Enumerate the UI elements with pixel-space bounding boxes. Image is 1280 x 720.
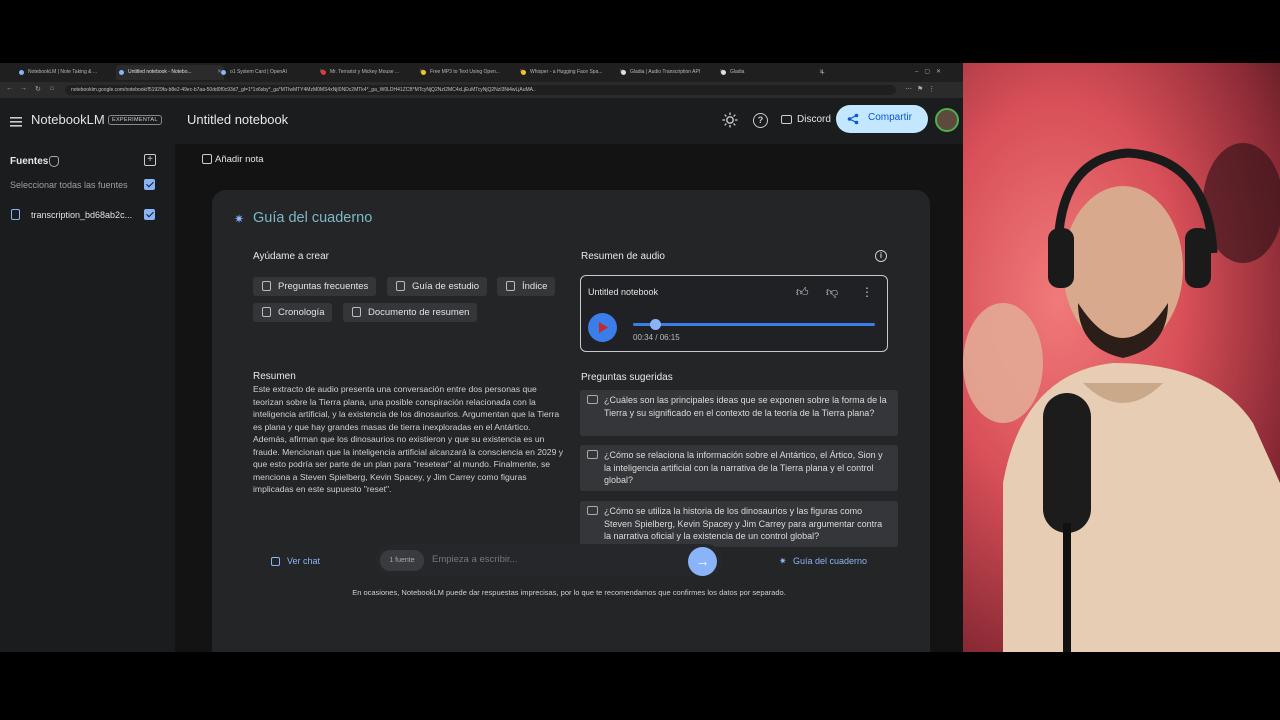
- notebook-main: Añadir nota ✷ Guía del cuaderno Ayúdame …: [175, 144, 963, 652]
- notebook-title[interactable]: Untitled notebook: [187, 112, 288, 127]
- chip-icon: [262, 307, 271, 317]
- disclaimer: En ocasiones, NotebookLM puede dar respu…: [352, 588, 786, 597]
- chip-index[interactable]: Índice: [497, 277, 556, 296]
- chip-faq[interactable]: Preguntas frecuentes: [253, 277, 377, 296]
- audio-title: Untitled notebook: [588, 287, 659, 297]
- discord-link[interactable]: Discord: [797, 114, 831, 125]
- audio-player: Untitled notebook 👍︎ 👎︎ ⋮ 00:34 / 06:15: [580, 275, 888, 352]
- chat-input-bar: 1 fuente Empieza a escribir...: [376, 544, 723, 577]
- app-header: NotebookLM EXPERIMENTAL Untitled noteboo…: [0, 98, 963, 144]
- home-icon[interactable]: ⌂: [50, 85, 54, 92]
- guide-title: Guía del cuaderno: [253, 210, 373, 226]
- shield-icon: [49, 156, 59, 167]
- suggested-question[interactable]: ¿Cómo se relaciona la información sobre …: [580, 445, 898, 491]
- more-options-icon[interactable]: ⋮: [861, 285, 873, 299]
- browser-tab[interactable]: Mr. Terrarist y Mickey Mouse ...✕: [318, 65, 426, 80]
- help-icon[interactable]: ?: [753, 113, 768, 128]
- chip-icon: [352, 307, 361, 317]
- question-icon: [587, 395, 598, 404]
- sparkle-icon: ✷: [779, 556, 787, 566]
- notebook-guide-panel: ✷ Guía del cuaderno Ayúdame a crear Preg…: [212, 190, 930, 652]
- browser-tab[interactable]: Free MP3 to Text Using Open...✕: [418, 65, 526, 80]
- browser-address-row: ← → ↻ ⌂ notebooklm.google.com/notebook/f…: [0, 82, 963, 98]
- favicon-icon: [521, 70, 526, 75]
- favicon-icon: [321, 70, 326, 75]
- sources-sidebar: Fuentes + Seleccionar todas las fuentes …: [0, 144, 175, 652]
- info-icon[interactable]: i: [875, 250, 887, 262]
- sources-title: Fuentes: [10, 156, 49, 167]
- play-icon: [599, 322, 608, 333]
- window-controls[interactable]: –▢✕: [915, 65, 955, 80]
- favicon-icon: [119, 70, 124, 75]
- chat-icon: [271, 557, 280, 566]
- extension-icons[interactable]: ⋯⚑⋮: [905, 85, 940, 93]
- select-all-checkbox[interactable]: [144, 179, 155, 190]
- question-icon: [587, 450, 598, 459]
- theme-toggle-icon[interactable]: [722, 112, 738, 128]
- chip-study-guide[interactable]: Guía de estudio: [387, 277, 488, 296]
- new-tab-icon[interactable]: +: [820, 65, 830, 80]
- favicon-icon: [19, 70, 24, 75]
- webcam-video: [963, 63, 1280, 652]
- avatar[interactable]: [935, 108, 959, 132]
- browser-tab[interactable]: NotebookLM | Note Taking & ...✕: [16, 65, 124, 80]
- menu-icon[interactable]: [10, 114, 22, 127]
- browser-tab-bar: NotebookLM | Note Taking & ...✕ Untitled…: [0, 63, 963, 82]
- source-item[interactable]: transcription_bd68ab2c...: [31, 210, 132, 220]
- suggested-questions-title: Preguntas sugeridas: [581, 372, 673, 383]
- summary-title: Resumen: [253, 371, 296, 382]
- source-checkbox[interactable]: [144, 209, 155, 220]
- favicon-icon: [421, 70, 426, 75]
- notebooklm-app: NotebookLM EXPERIMENTAL Untitled noteboo…: [0, 98, 963, 652]
- share-button[interactable]: Compartir: [836, 105, 928, 133]
- summary-text: Este extracto de audio presenta una conv…: [253, 384, 564, 494]
- sparkle-icon: ✷: [234, 212, 245, 226]
- document-icon: [11, 209, 20, 220]
- app-name: NotebookLM: [31, 112, 105, 127]
- favicon-icon: [721, 70, 726, 75]
- audio-summary-title: Resumen de audio: [581, 251, 665, 262]
- back-icon[interactable]: ←: [6, 85, 13, 92]
- browser-tab[interactable]: Whisper - a Hugging Face Spa...✕: [518, 65, 626, 80]
- experimental-badge: EXPERIMENTAL: [108, 115, 162, 125]
- presenter-silhouette: [963, 143, 1280, 652]
- chip-icon: [262, 281, 271, 291]
- question-icon: [587, 506, 598, 515]
- chip-summary-doc[interactable]: Documento de resumen: [343, 303, 478, 322]
- favicon-icon: [621, 70, 626, 75]
- note-icon: [202, 154, 212, 164]
- select-all-label: Seleccionar todas las fuentes: [10, 180, 128, 190]
- reload-icon[interactable]: ↻: [35, 85, 41, 93]
- browser-tab[interactable]: Gladia | Audio Transcription API✕: [618, 65, 726, 80]
- audio-progress-knob[interactable]: [649, 319, 661, 330]
- thumbs-down-icon[interactable]: 👎︎: [826, 285, 838, 300]
- add-source-icon[interactable]: +: [144, 154, 156, 166]
- play-button[interactable]: [588, 313, 617, 342]
- thumbs-up-icon[interactable]: 👍︎: [796, 285, 809, 300]
- audio-time: 00:34 / 06:15: [633, 333, 680, 342]
- suggested-question[interactable]: ¿Cuáles son las principales ideas que se…: [580, 390, 898, 436]
- source-count-badge[interactable]: 1 fuente: [380, 550, 424, 571]
- browser-tab[interactable]: Gladia ✕: [718, 65, 826, 80]
- add-note-button[interactable]: Añadir nota: [215, 154, 264, 165]
- forward-icon[interactable]: →: [20, 85, 27, 92]
- share-label: Compartir: [868, 112, 912, 123]
- browser-tab-active[interactable]: Untitled notebook - Notebo... ✕: [116, 65, 224, 80]
- share-icon: [847, 113, 859, 125]
- guide-link[interactable]: Guía del cuaderno: [793, 556, 867, 566]
- discord-icon: [781, 115, 792, 124]
- chip-icon: [396, 281, 405, 291]
- browser-tab[interactable]: o1 System Card | OpenAI✕: [218, 65, 326, 80]
- audio-progress-track[interactable]: [633, 323, 875, 326]
- url-bar[interactable]: notebooklm.google.com/notebook/f51929fa-…: [65, 85, 896, 95]
- send-arrow-icon[interactable]: →: [688, 547, 717, 576]
- suggested-question[interactable]: ¿Cómo se utiliza la historia de los dino…: [580, 501, 898, 547]
- chip-icon: [506, 281, 515, 291]
- chat-input[interactable]: Empieza a escribir...: [432, 554, 518, 565]
- view-chat-button[interactable]: Ver chat: [287, 556, 320, 566]
- chip-timeline[interactable]: Cronología: [253, 303, 333, 322]
- help-create-title: Ayúdame a crear: [253, 251, 329, 262]
- favicon-icon: [221, 70, 226, 75]
